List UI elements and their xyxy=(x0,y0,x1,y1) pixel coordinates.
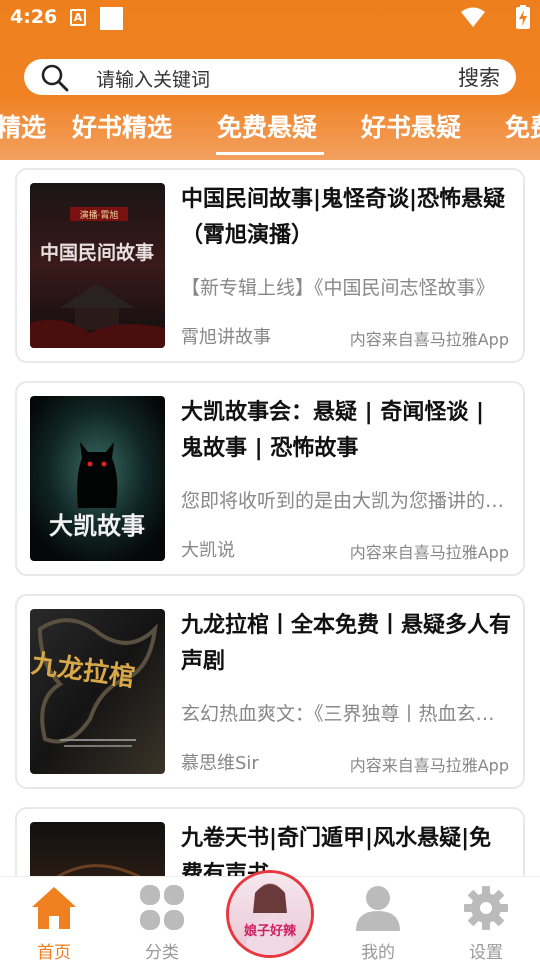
featured-cover-art: 娘子好辣 xyxy=(229,873,311,955)
book-title: 大凯故事会：悬疑 | 奇闻怪谈 | 鬼故事 | 恐怖故事 xyxy=(181,400,485,461)
status-time: 4:26 xyxy=(10,6,58,28)
featured-disc-button[interactable]: 娘子好辣 xyxy=(226,870,314,958)
book-cover: 演播·霄旭 中国民间故事 xyxy=(30,183,165,348)
user-icon xyxy=(356,886,400,931)
notification-square-icon xyxy=(100,7,123,30)
book-title: 九龙拉棺丨全本免费丨悬疑多人有声剧 xyxy=(181,613,512,674)
tab-haoshu-xuanyi[interactable]: 好书悬疑 xyxy=(361,108,461,144)
book-card[interactable]: 演播·霄旭 中国民间故事 中国民间故事|鬼怪奇谈|恐怖悬疑（霄旭演播） 【新专辑… xyxy=(15,168,525,363)
tab-jingxuan[interactable]: 精选 xyxy=(0,108,46,144)
book-description: 您即将收听到的是由大凯为您播讲的故事 xyxy=(181,490,513,512)
battery-charging-icon xyxy=(516,5,530,29)
book-list[interactable]: 演播·霄旭 中国民间故事 中国民间故事|鬼怪奇谈|恐怖悬疑（霄旭演播） 【新专辑… xyxy=(0,160,540,876)
nav-profile-label: 我的 xyxy=(361,943,395,960)
book-cover: 九龙拉棺 xyxy=(30,609,165,774)
book-card[interactable]: 大凯故事 大凯故事会：悬疑 | 奇闻怪谈 | 鬼故事 | 恐怖故事 您即将收听到… xyxy=(15,381,525,576)
active-tab-indicator xyxy=(216,152,324,155)
nav-home[interactable]: 首页 xyxy=(0,877,108,960)
cover-badge: 演播·霄旭 xyxy=(80,209,119,221)
tab-haoshu-jingxuan[interactable]: 好书精选 xyxy=(72,108,172,144)
status-bar: 4:26 A xyxy=(0,0,540,36)
cover-title: 中国民间故事 xyxy=(40,241,154,264)
nav-category[interactable]: 分类 xyxy=(108,877,216,960)
app-header: 4:26 A 请输入关键词 搜索 精选 好书精选 免费悬疑 好书悬疑 免费 xyxy=(0,0,540,160)
book-card[interactable]: 九卷天书|奇门遁甲|风水悬疑|免费有声书 xyxy=(15,807,525,876)
book-author: 霄旭讲故事 xyxy=(181,327,271,348)
book-author: 慕思维Sir xyxy=(181,753,259,774)
book-card[interactable]: 九龙拉棺 九龙拉棺丨全本免费丨悬疑多人有声剧 玄幻热血爽文：《三界独尊丨热血玄幻… xyxy=(15,594,525,789)
nav-settings[interactable]: 设置 xyxy=(432,877,540,960)
book-title: 中国民间故事|鬼怪奇谈|恐怖悬疑（霄旭演播） xyxy=(181,187,506,248)
book-source: 内容来自喜马拉雅App xyxy=(349,330,509,349)
book-cover: 大凯故事 xyxy=(30,396,165,561)
tab-mianfei[interactable]: 免费 xyxy=(505,108,540,144)
search-icon xyxy=(41,64,69,92)
book-source: 内容来自喜马拉雅App xyxy=(349,543,509,562)
wifi-icon xyxy=(461,7,485,27)
cover-title: 大凯故事 xyxy=(49,511,145,540)
search-bar[interactable]: 请输入关键词 搜索 xyxy=(24,59,516,95)
book-description: 【新专辑上线】《中国民间志怪故事》 xyxy=(181,277,495,299)
book-title: 九卷天书|奇门遁甲|风水悬疑|免费有声书 xyxy=(181,826,492,876)
featured-disc-text: 娘子好辣 xyxy=(244,923,297,939)
nav-profile[interactable]: 我的 xyxy=(324,877,432,960)
category-tabs: 精选 好书精选 免费悬疑 好书悬疑 免费 xyxy=(0,100,540,160)
search-button[interactable]: 搜索 xyxy=(458,62,500,92)
tab-mianfei-xuanyi[interactable]: 免费悬疑 xyxy=(217,108,317,144)
book-description: 玄幻热血爽文：《三界独尊丨热血玄幻》 xyxy=(181,703,513,725)
book-cover xyxy=(30,822,165,876)
book-author: 大凯说 xyxy=(181,540,235,561)
gear-icon xyxy=(464,886,508,930)
category-icon xyxy=(140,885,184,930)
home-icon xyxy=(32,887,76,929)
notification-a-icon: A xyxy=(70,9,86,26)
book-source: 内容来自喜马拉雅App xyxy=(349,756,509,775)
search-input[interactable]: 请输入关键词 xyxy=(96,65,210,92)
nav-home-label: 首页 xyxy=(37,943,71,960)
nav-category-label: 分类 xyxy=(145,943,179,960)
nav-settings-label: 设置 xyxy=(469,943,503,960)
